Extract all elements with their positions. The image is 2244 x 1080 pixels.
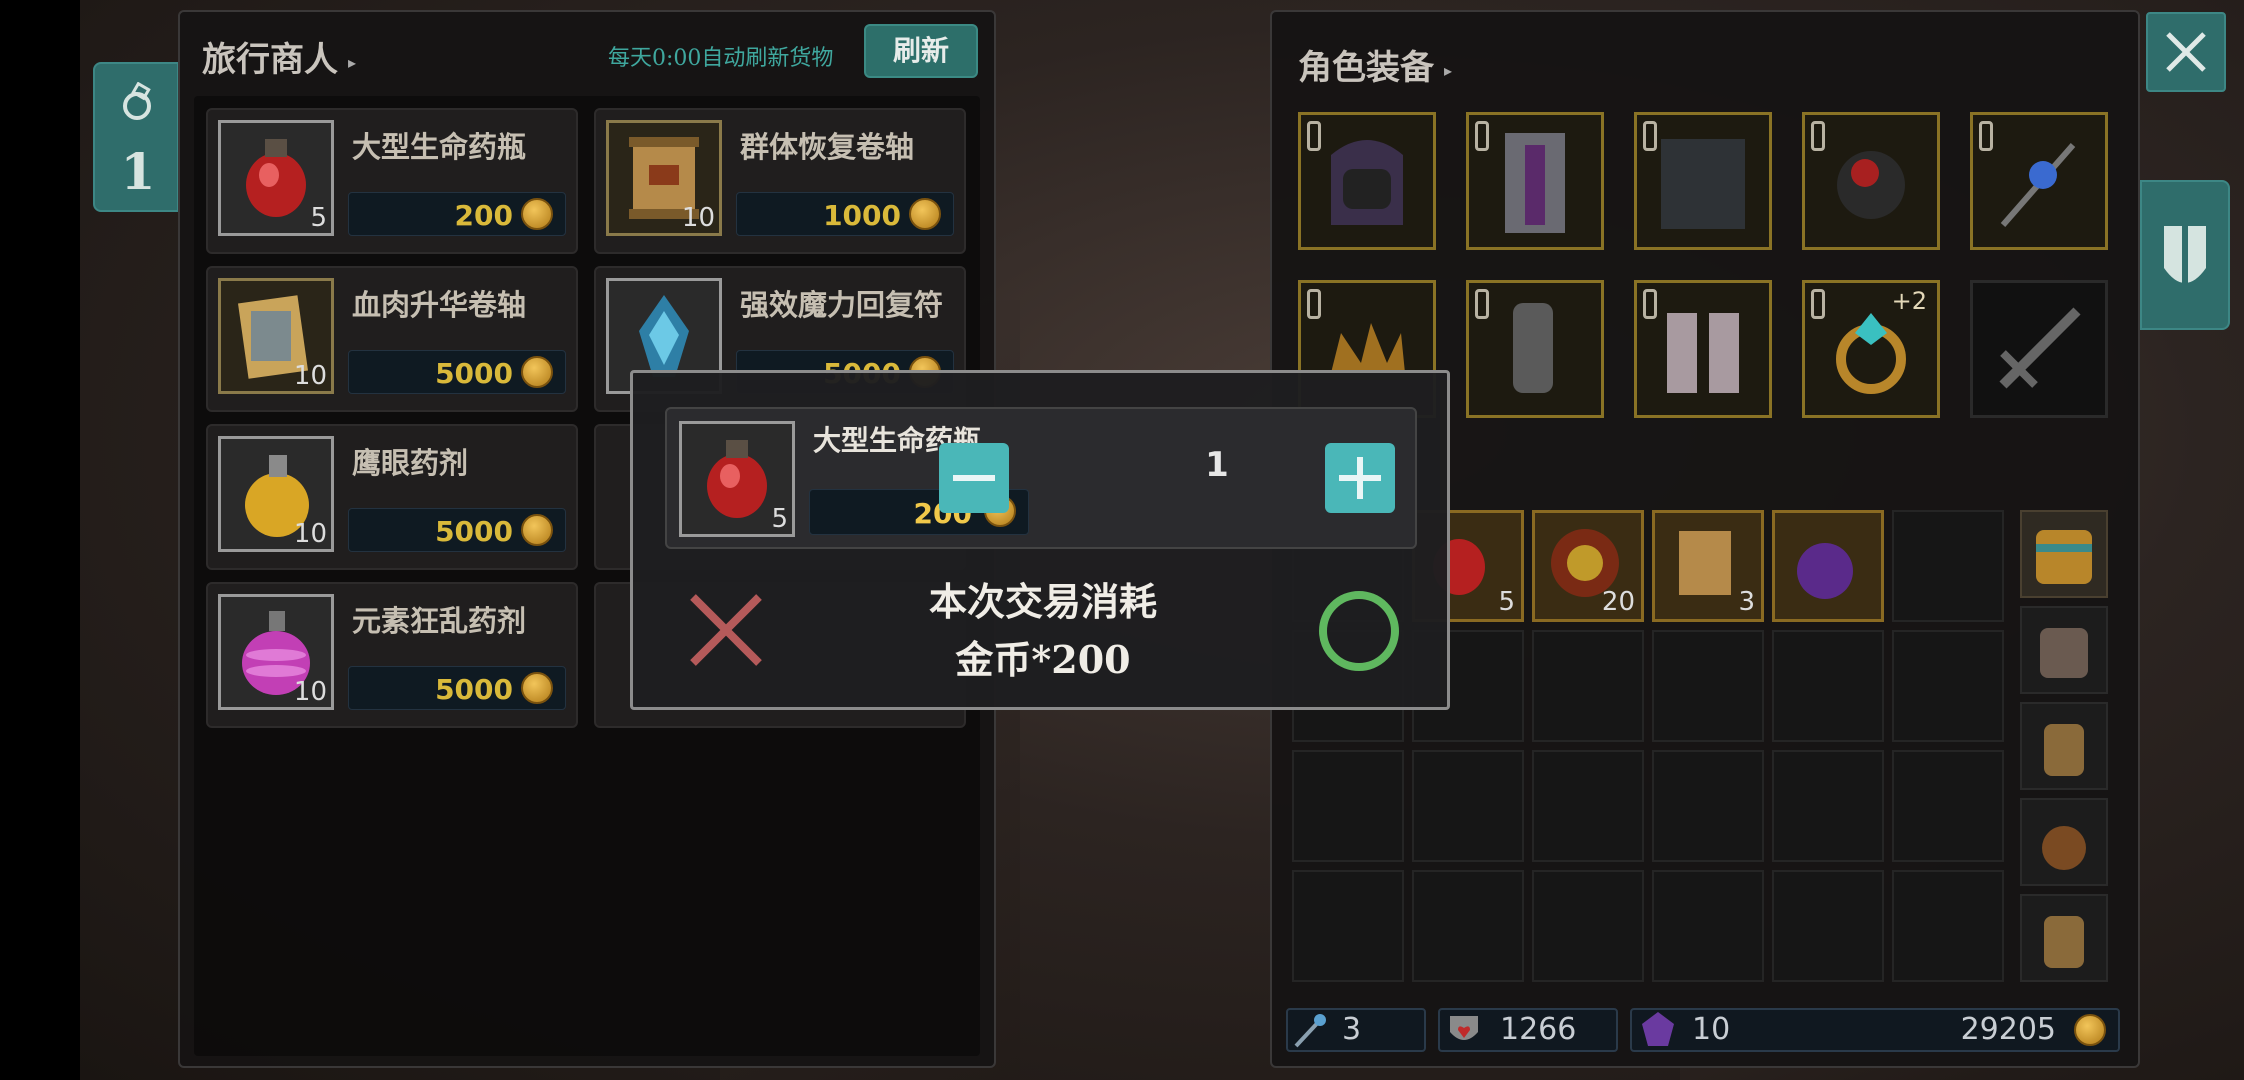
confirm-button[interactable]: [1319, 591, 1399, 671]
flask-icon: [123, 82, 151, 120]
gold-coin-icon: [909, 198, 941, 230]
inventory-slot-swirl-charm[interactable]: 20: [1532, 510, 1644, 622]
price-box: 200: [348, 192, 566, 236]
close-icon: [2166, 32, 2206, 72]
inventory-slot[interactable]: [1412, 870, 1524, 982]
crystal-icon: [1642, 1012, 1674, 1046]
scroll-icon: 10: [218, 278, 334, 394]
equip-slot-shoulders[interactable]: [1634, 112, 1772, 250]
quickslot-count: 1: [120, 142, 156, 201]
bag-tab-2[interactable]: [2020, 606, 2108, 694]
health-potion-icon: 5: [679, 421, 795, 537]
inventory-slot[interactable]: [1772, 630, 1884, 742]
bag-tab-1[interactable]: [2020, 510, 2108, 598]
inventory-slot[interactable]: [1892, 630, 2004, 742]
purchase-dialog: 5 大型生命药瓶 200 1 本次交易消耗 金币*200: [630, 370, 1450, 710]
inventory-slot[interactable]: [1892, 870, 2004, 982]
potion-flask-icon: 10: [218, 436, 334, 552]
price-box: 5000: [348, 508, 566, 552]
stat-wand: 3: [1286, 1008, 1426, 1052]
inventory-slot[interactable]: [1532, 630, 1644, 742]
purchase-item-row: 5 大型生命药瓶 200 1: [665, 407, 1417, 549]
stat-hearts: 1266: [1438, 1008, 1618, 1052]
inventory-slot[interactable]: [1892, 750, 2004, 862]
gold-coin-icon: [521, 514, 553, 546]
equip-slot-boots[interactable]: [1634, 280, 1772, 418]
equip-slot-amulet[interactable]: [1802, 112, 1940, 250]
equipment-side-tab[interactable]: [2140, 180, 2230, 330]
backpack-icon: [2040, 628, 2088, 678]
inventory-slot[interactable]: [1772, 750, 1884, 862]
potion-quickslot-tab[interactable]: 1: [93, 62, 179, 212]
item-name: 元素狂乱药剂: [352, 604, 527, 638]
inventory-slot[interactable]: [1772, 870, 1884, 982]
shop-item-group-recovery-scroll[interactable]: 10 群体恢复卷轴 1000: [594, 108, 966, 254]
gold-coin-icon: [521, 198, 553, 230]
equip-slot-gloves[interactable]: [1466, 280, 1604, 418]
stat-currency: 10 29205: [1630, 1008, 2120, 1052]
health-potion-icon: 5: [218, 120, 334, 236]
wand-icon: [1294, 1014, 1326, 1048]
equip-slot-ring[interactable]: +2: [1802, 280, 1940, 418]
item-name: 血肉升华卷轴: [352, 288, 527, 322]
bag-tab-5[interactable]: [2020, 894, 2108, 982]
backpack-icon: [2044, 724, 2084, 776]
inventory-slot[interactable]: [1652, 750, 1764, 862]
close-button[interactable]: [2146, 12, 2226, 92]
inventory-slot[interactable]: [1652, 870, 1764, 982]
decrease-quantity-button[interactable]: [939, 443, 1009, 513]
backpack-icon: [2044, 916, 2084, 968]
pouch-icon: [2042, 826, 2086, 870]
inventory-slot-scroll[interactable]: 3: [1652, 510, 1764, 622]
bag-tab-4[interactable]: [2020, 798, 2108, 886]
item-name: 群体恢复卷轴: [740, 130, 915, 164]
sword-shield-icon: [2164, 212, 2206, 292]
shop-item-hawkeye-potion[interactable]: 10 鹰眼药剂 5000: [206, 424, 578, 570]
shop-item-flesh-ascension-scroll[interactable]: 10 血肉升华卷轴 5000: [206, 266, 578, 412]
potion-flask-icon: 10: [218, 594, 334, 710]
sword-icon: [1999, 307, 2081, 389]
gold-coin-icon: [521, 356, 553, 388]
inventory-slot[interactable]: [1292, 750, 1404, 862]
increase-quantity-button[interactable]: [1325, 443, 1395, 513]
minus-icon: [953, 475, 995, 481]
price-box: 1000: [736, 192, 954, 236]
gold-coin-icon: [521, 672, 553, 704]
item-name: 大型生命药瓶: [352, 130, 527, 164]
item-name: 强效魔力回复符: [740, 288, 944, 322]
inventory-slot[interactable]: [1292, 870, 1404, 982]
equip-slot-armor[interactable]: [1466, 112, 1604, 250]
gold-coin-icon: [2074, 1014, 2106, 1046]
inventory-slot[interactable]: [1652, 630, 1764, 742]
item-name: 鹰眼药剂: [352, 446, 469, 480]
heart-shield-icon: [1450, 1016, 1478, 1040]
inventory-slot[interactable]: [1532, 870, 1644, 982]
equip-slot-weapon[interactable]: [1970, 112, 2108, 250]
shop-item-large-health-potion[interactable]: 5 大型生命药瓶 200: [206, 108, 578, 254]
price-box: 5000: [348, 350, 566, 394]
shop-item-elemental-frenzy-potion[interactable]: 10 元素狂乱药剂 5000: [206, 582, 578, 728]
bag-tab-3[interactable]: [2020, 702, 2108, 790]
inventory-slot-purple-potion[interactable]: [1772, 510, 1884, 622]
inventory-slot[interactable]: [1892, 510, 2004, 622]
inventory-slot[interactable]: [1412, 750, 1524, 862]
price-box: 5000: [348, 666, 566, 710]
quantity-value: 1: [1205, 445, 1229, 485]
equip-slot-offhand[interactable]: [1970, 280, 2108, 418]
equipment-title: 角色装备 ▸: [1298, 48, 1453, 88]
refresh-button[interactable]: 刷新: [864, 24, 978, 78]
equip-slot-helmet[interactable]: [1298, 112, 1436, 250]
refresh-note: 每天0:00自动刷新货物: [608, 46, 834, 71]
scroll-icon: 10: [606, 120, 722, 236]
inventory-slot[interactable]: [1532, 750, 1644, 862]
merchant-title: 旅行商人 ▸: [202, 40, 357, 80]
backpack-icon: [2036, 530, 2092, 584]
